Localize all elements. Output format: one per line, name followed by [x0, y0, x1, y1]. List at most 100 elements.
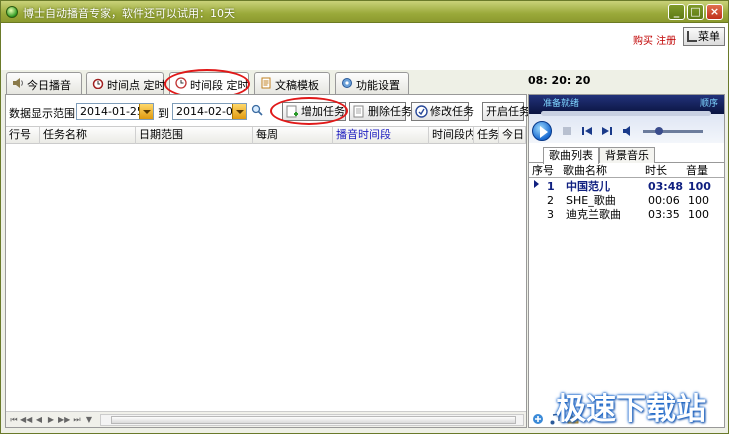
tab-time-point[interactable]: 时间点 定时 [86, 72, 166, 94]
menu-button-label: 菜单 [698, 30, 720, 43]
title-bar[interactable]: 博士自动播音专家，软件还可以试用：10天 _ □ × [1, 1, 728, 23]
horizontal-scrollbar[interactable] [100, 414, 524, 426]
volume-slider[interactable] [643, 130, 703, 133]
song-number: 2 [547, 194, 554, 207]
song-number: 3 [547, 208, 554, 221]
window-title: 博士自动播音专家，软件还可以试用：10天 [23, 7, 235, 20]
column-header[interactable]: 任务名称 [40, 127, 136, 144]
header-area: 购买 注册 菜单 [1, 23, 728, 70]
column-header[interactable]: 播音时间段 [333, 127, 429, 144]
tab-today-broadcast[interactable]: 今日播音 [6, 72, 82, 94]
alarm-clock-icon [92, 78, 104, 89]
buy-register-link[interactable]: 购买 注册 [633, 32, 676, 47]
start-task-button[interactable]: 开启任务 [482, 102, 530, 121]
edit-task-label: 修改任务 [430, 105, 474, 118]
next-track-icon[interactable] [601, 126, 613, 136]
song-name: 中国范儿 [566, 180, 610, 193]
document-icon [261, 77, 271, 89]
date-range-label: 数据显示范围: [9, 107, 79, 120]
song-duration: 00:06 [648, 194, 680, 207]
app-window: 博士自动播音专家，软件还可以试用：10天 _ □ × 购买 注册 菜单 今日播音… [0, 0, 729, 434]
end-date-value: 2014-02-01 [176, 105, 240, 118]
menu-button[interactable]: 菜单 [683, 27, 725, 46]
playlist-row[interactable]: 3 迪克兰歌曲 03:35 100 [529, 208, 724, 222]
tab-settings[interactable]: 功能设置 [335, 72, 409, 94]
song-duration: 03:35 [648, 208, 680, 221]
maximize-button[interactable]: □ [687, 4, 704, 20]
stop-icon[interactable] [561, 126, 573, 136]
previous-track-icon[interactable] [581, 126, 593, 136]
playlist-tabs: 歌曲列表 背景音乐 [529, 147, 724, 164]
gear-icon [342, 78, 352, 88]
volume-knob[interactable] [655, 127, 663, 135]
task-panel: 数据显示范围: 2014-01-25 到 2014-02-01 增加任务 删除任… [5, 94, 530, 428]
play-mode[interactable]: 顺序 [700, 96, 718, 109]
add-song-icon[interactable] [532, 413, 544, 425]
speaker-icon [13, 78, 23, 88]
edit-task-button[interactable]: 修改任务 [411, 102, 474, 121]
song-volume: 100 [688, 180, 711, 193]
watermark-logo: 极速下载站 [556, 392, 706, 427]
song-number: 1 [547, 180, 555, 193]
start-date-picker[interactable]: 2014-01-25 [76, 103, 154, 120]
search-icon[interactable] [251, 104, 263, 116]
player-panel: 准备就绪 顺序 歌曲列表 背景音乐 序号 歌曲名称 时长 音量 1 中国范儿 0… [528, 94, 725, 428]
scrollbar-thumb[interactable] [111, 416, 516, 424]
tab-label: 功能设置 [356, 79, 400, 92]
chevron-down-icon[interactable] [232, 104, 246, 119]
song-name: SHE_歌曲 [566, 194, 616, 207]
column-header[interactable]: 时间段内 [429, 127, 474, 144]
player-status: 准备就绪 [543, 99, 580, 109]
tab-label: 时间点 定时 [107, 79, 166, 92]
table-footer: ⏮ ◀◀ ◀ ▶ ▶▶ ⏭ ▼ [6, 411, 526, 427]
highlight-circle-add [270, 97, 348, 125]
column-header[interactable]: 音量 [686, 164, 708, 177]
song-volume: 100 [688, 208, 709, 221]
playlist-row[interactable]: 2 SHE_歌曲 00:06 100 [529, 194, 724, 208]
tab-song-list[interactable]: 歌曲列表 [543, 147, 599, 164]
next-page-icon[interactable]: ▶▶ [58, 414, 70, 425]
column-header[interactable]: 行号 [6, 127, 40, 144]
column-header[interactable]: 每周 [253, 127, 333, 144]
playlist-header: 序号 歌曲名称 时长 音量 [529, 164, 724, 178]
volume-icon[interactable] [622, 126, 634, 136]
end-date-picker[interactable]: 2014-02-01 [172, 103, 247, 120]
column-header[interactable]: 序号 [532, 164, 554, 177]
delete-task-icon [353, 105, 364, 118]
start-task-label: 开启任务 [486, 105, 530, 118]
column-header[interactable]: 歌曲名称 [563, 164, 607, 177]
app-logo-icon [6, 6, 18, 18]
edit-task-icon [415, 105, 428, 118]
song-volume: 100 [688, 194, 709, 207]
prev-icon[interactable]: ◀ [34, 414, 44, 425]
last-page-icon[interactable]: ⏭ [72, 414, 82, 425]
minimize-button[interactable]: _ [668, 4, 685, 20]
playlist-row[interactable]: 1 中国范儿 03:48 100 [529, 180, 724, 194]
close-button[interactable]: × [706, 4, 723, 20]
column-header[interactable]: 时长 [645, 164, 667, 177]
prev-page-icon[interactable]: ◀◀ [20, 414, 32, 425]
to-label: 到 [158, 107, 169, 120]
menu-icon [687, 31, 697, 42]
audio-player: 准备就绪 顺序 [529, 95, 724, 143]
progress-bar[interactable] [541, 111, 711, 116]
tab-label: 文稿模板 [275, 79, 319, 92]
current-time: 08: 20: 20 [528, 74, 591, 87]
tab-background-music[interactable]: 背景音乐 [599, 147, 655, 163]
tab-label: 今日播音 [27, 79, 71, 92]
chevron-down-icon[interactable] [139, 104, 153, 119]
delete-task-button[interactable]: 删除任务 [349, 102, 412, 121]
first-page-icon[interactable]: ⏮ [9, 414, 19, 425]
tab-text-template[interactable]: 文稿模板 [254, 72, 330, 94]
play-button[interactable] [532, 121, 552, 141]
filter-icon[interactable]: ▼ [84, 414, 94, 425]
column-header[interactable]: 日期范围 [136, 127, 253, 144]
start-date-value: 2014-01-25 [80, 105, 144, 118]
now-playing-icon [534, 180, 539, 188]
song-duration: 03:48 [648, 180, 684, 193]
column-header[interactable]: 今日 [499, 127, 526, 144]
task-table-header: 行号 任务名称 日期范围 每周 播音时间段 时间段内 任务 今日 [6, 126, 526, 144]
column-header[interactable]: 任务 [474, 127, 499, 144]
next-icon[interactable]: ▶ [46, 414, 56, 425]
song-name: 迪克兰歌曲 [566, 208, 621, 221]
